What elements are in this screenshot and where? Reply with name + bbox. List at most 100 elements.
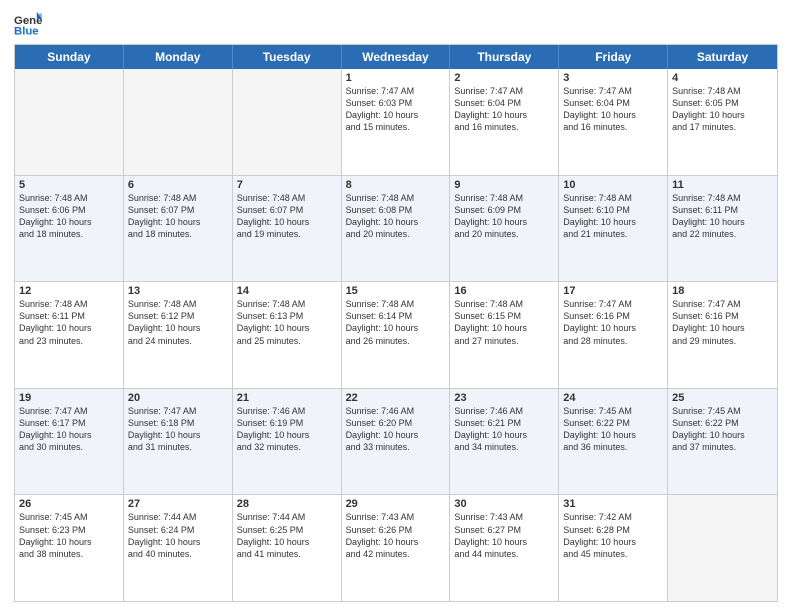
- calendar-cell: 5Sunrise: 7:48 AM Sunset: 6:06 PM Daylig…: [15, 176, 124, 282]
- weekday-header: Thursday: [450, 45, 559, 69]
- calendar-row: 1Sunrise: 7:47 AM Sunset: 6:03 PM Daylig…: [15, 69, 777, 175]
- day-info: Sunrise: 7:48 AM Sunset: 6:07 PM Dayligh…: [128, 192, 228, 241]
- day-info: Sunrise: 7:44 AM Sunset: 6:25 PM Dayligh…: [237, 511, 337, 560]
- day-info: Sunrise: 7:46 AM Sunset: 6:19 PM Dayligh…: [237, 405, 337, 454]
- day-info: Sunrise: 7:45 AM Sunset: 6:22 PM Dayligh…: [672, 405, 773, 454]
- calendar-cell: [124, 69, 233, 175]
- day-number: 14: [237, 285, 337, 297]
- weekday-header: Tuesday: [233, 45, 342, 69]
- day-number: 28: [237, 498, 337, 510]
- svg-text:Blue: Blue: [14, 26, 39, 38]
- calendar-cell: 26Sunrise: 7:45 AM Sunset: 6:23 PM Dayli…: [15, 495, 124, 601]
- calendar-cell: 22Sunrise: 7:46 AM Sunset: 6:20 PM Dayli…: [342, 389, 451, 495]
- calendar-cell: 2Sunrise: 7:47 AM Sunset: 6:04 PM Daylig…: [450, 69, 559, 175]
- day-info: Sunrise: 7:43 AM Sunset: 6:26 PM Dayligh…: [346, 511, 446, 560]
- calendar-cell: 24Sunrise: 7:45 AM Sunset: 6:22 PM Dayli…: [559, 389, 668, 495]
- weekday-header: Saturday: [668, 45, 777, 69]
- calendar-cell: 23Sunrise: 7:46 AM Sunset: 6:21 PM Dayli…: [450, 389, 559, 495]
- day-number: 31: [563, 498, 663, 510]
- day-info: Sunrise: 7:47 AM Sunset: 6:16 PM Dayligh…: [672, 298, 773, 347]
- day-number: 1: [346, 72, 446, 84]
- day-number: 3: [563, 72, 663, 84]
- logo-icon: General Blue: [14, 10, 42, 38]
- calendar-cell: 6Sunrise: 7:48 AM Sunset: 6:07 PM Daylig…: [124, 176, 233, 282]
- weekday-header: Wednesday: [342, 45, 451, 69]
- calendar-cell: 25Sunrise: 7:45 AM Sunset: 6:22 PM Dayli…: [668, 389, 777, 495]
- day-number: 7: [237, 179, 337, 191]
- calendar-header: SundayMondayTuesdayWednesdayThursdayFrid…: [15, 45, 777, 69]
- day-info: Sunrise: 7:43 AM Sunset: 6:27 PM Dayligh…: [454, 511, 554, 560]
- day-number: 12: [19, 285, 119, 297]
- day-info: Sunrise: 7:48 AM Sunset: 6:06 PM Dayligh…: [19, 192, 119, 241]
- calendar-cell: 8Sunrise: 7:48 AM Sunset: 6:08 PM Daylig…: [342, 176, 451, 282]
- calendar: SundayMondayTuesdayWednesdayThursdayFrid…: [14, 44, 778, 602]
- day-number: 29: [346, 498, 446, 510]
- day-number: 25: [672, 392, 773, 404]
- day-info: Sunrise: 7:48 AM Sunset: 6:07 PM Dayligh…: [237, 192, 337, 241]
- calendar-row: 19Sunrise: 7:47 AM Sunset: 6:17 PM Dayli…: [15, 388, 777, 495]
- day-info: Sunrise: 7:47 AM Sunset: 6:04 PM Dayligh…: [563, 85, 663, 134]
- day-info: Sunrise: 7:45 AM Sunset: 6:23 PM Dayligh…: [19, 511, 119, 560]
- calendar-cell: 16Sunrise: 7:48 AM Sunset: 6:15 PM Dayli…: [450, 282, 559, 388]
- calendar-cell: 31Sunrise: 7:42 AM Sunset: 6:28 PM Dayli…: [559, 495, 668, 601]
- day-number: 26: [19, 498, 119, 510]
- day-number: 10: [563, 179, 663, 191]
- day-number: 20: [128, 392, 228, 404]
- calendar-body: 1Sunrise: 7:47 AM Sunset: 6:03 PM Daylig…: [15, 69, 777, 601]
- calendar-cell: 18Sunrise: 7:47 AM Sunset: 6:16 PM Dayli…: [668, 282, 777, 388]
- calendar-cell: 10Sunrise: 7:48 AM Sunset: 6:10 PM Dayli…: [559, 176, 668, 282]
- day-number: 2: [454, 72, 554, 84]
- day-info: Sunrise: 7:46 AM Sunset: 6:20 PM Dayligh…: [346, 405, 446, 454]
- calendar-cell: 9Sunrise: 7:48 AM Sunset: 6:09 PM Daylig…: [450, 176, 559, 282]
- calendar-row: 26Sunrise: 7:45 AM Sunset: 6:23 PM Dayli…: [15, 494, 777, 601]
- day-info: Sunrise: 7:42 AM Sunset: 6:28 PM Dayligh…: [563, 511, 663, 560]
- day-info: Sunrise: 7:47 AM Sunset: 6:03 PM Dayligh…: [346, 85, 446, 134]
- calendar-cell: 29Sunrise: 7:43 AM Sunset: 6:26 PM Dayli…: [342, 495, 451, 601]
- day-number: 15: [346, 285, 446, 297]
- calendar-cell: 1Sunrise: 7:47 AM Sunset: 6:03 PM Daylig…: [342, 69, 451, 175]
- calendar-cell: [15, 69, 124, 175]
- day-number: 13: [128, 285, 228, 297]
- day-number: 6: [128, 179, 228, 191]
- day-info: Sunrise: 7:48 AM Sunset: 6:14 PM Dayligh…: [346, 298, 446, 347]
- calendar-cell: 7Sunrise: 7:48 AM Sunset: 6:07 PM Daylig…: [233, 176, 342, 282]
- day-number: 30: [454, 498, 554, 510]
- calendar-cell: [668, 495, 777, 601]
- day-number: 16: [454, 285, 554, 297]
- day-number: 22: [346, 392, 446, 404]
- calendar-cell: 4Sunrise: 7:48 AM Sunset: 6:05 PM Daylig…: [668, 69, 777, 175]
- day-info: Sunrise: 7:48 AM Sunset: 6:10 PM Dayligh…: [563, 192, 663, 241]
- day-info: Sunrise: 7:48 AM Sunset: 6:15 PM Dayligh…: [454, 298, 554, 347]
- weekday-header: Friday: [559, 45, 668, 69]
- day-number: 27: [128, 498, 228, 510]
- calendar-cell: 12Sunrise: 7:48 AM Sunset: 6:11 PM Dayli…: [15, 282, 124, 388]
- calendar-cell: 13Sunrise: 7:48 AM Sunset: 6:12 PM Dayli…: [124, 282, 233, 388]
- calendar-cell: 19Sunrise: 7:47 AM Sunset: 6:17 PM Dayli…: [15, 389, 124, 495]
- day-info: Sunrise: 7:44 AM Sunset: 6:24 PM Dayligh…: [128, 511, 228, 560]
- calendar-cell: 14Sunrise: 7:48 AM Sunset: 6:13 PM Dayli…: [233, 282, 342, 388]
- calendar-cell: 27Sunrise: 7:44 AM Sunset: 6:24 PM Dayli…: [124, 495, 233, 601]
- day-info: Sunrise: 7:47 AM Sunset: 6:18 PM Dayligh…: [128, 405, 228, 454]
- day-info: Sunrise: 7:48 AM Sunset: 6:11 PM Dayligh…: [672, 192, 773, 241]
- calendar-cell: 11Sunrise: 7:48 AM Sunset: 6:11 PM Dayli…: [668, 176, 777, 282]
- calendar-cell: 28Sunrise: 7:44 AM Sunset: 6:25 PM Dayli…: [233, 495, 342, 601]
- day-number: 4: [672, 72, 773, 84]
- day-number: 9: [454, 179, 554, 191]
- day-number: 24: [563, 392, 663, 404]
- day-number: 21: [237, 392, 337, 404]
- weekday-header: Monday: [124, 45, 233, 69]
- day-number: 23: [454, 392, 554, 404]
- calendar-cell: [233, 69, 342, 175]
- day-number: 11: [672, 179, 773, 191]
- day-info: Sunrise: 7:47 AM Sunset: 6:17 PM Dayligh…: [19, 405, 119, 454]
- day-number: 5: [19, 179, 119, 191]
- calendar-cell: 30Sunrise: 7:43 AM Sunset: 6:27 PM Dayli…: [450, 495, 559, 601]
- day-info: Sunrise: 7:47 AM Sunset: 6:16 PM Dayligh…: [563, 298, 663, 347]
- calendar-cell: 20Sunrise: 7:47 AM Sunset: 6:18 PM Dayli…: [124, 389, 233, 495]
- day-info: Sunrise: 7:46 AM Sunset: 6:21 PM Dayligh…: [454, 405, 554, 454]
- page-header: General Blue: [14, 10, 778, 38]
- day-info: Sunrise: 7:48 AM Sunset: 6:13 PM Dayligh…: [237, 298, 337, 347]
- calendar-cell: 21Sunrise: 7:46 AM Sunset: 6:19 PM Dayli…: [233, 389, 342, 495]
- day-number: 17: [563, 285, 663, 297]
- day-info: Sunrise: 7:48 AM Sunset: 6:09 PM Dayligh…: [454, 192, 554, 241]
